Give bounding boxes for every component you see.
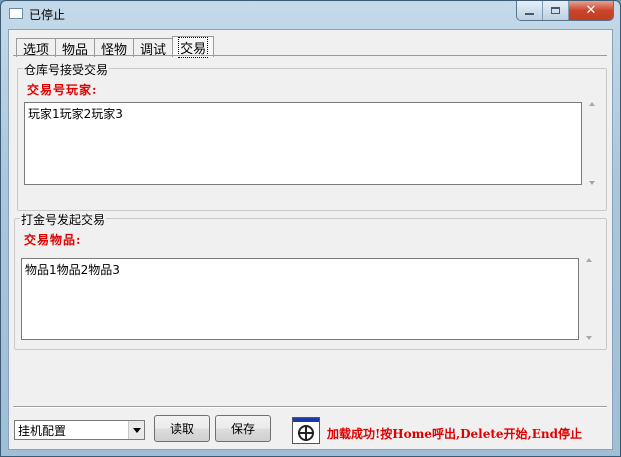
send-trade-group: 打金号发起交易 交易物品: 物品1物品2物品3 <box>14 211 607 350</box>
trade-item-label: 交易物品: <box>24 233 82 247</box>
receive-group-legend: 仓库号接受交易 <box>23 61 110 78</box>
tab-strip: 选项 物品 怪物 调试 交易 <box>16 36 215 58</box>
trade-player-label: 交易号玩家: <box>27 83 98 97</box>
app-window: 已停止 ✕ 选项 物品 怪物 调试 交易 仓库号接受交易 交易号玩家: 玩家1玩… <box>0 0 621 457</box>
trade-player-textarea[interactable]: 玩家1玩家2玩家3 <box>24 102 582 185</box>
tab-panel-border <box>13 55 607 56</box>
maximize-icon <box>551 7 560 14</box>
footer-divider <box>13 406 607 408</box>
status-message: 加载成功!按Home呼出,Delete开始,End停止 <box>327 427 582 441</box>
tab-label: 交易 <box>178 36 209 58</box>
chevron-down-icon <box>132 427 141 433</box>
send-scrollbar[interactable] <box>581 258 598 340</box>
title-bar[interactable]: 已停止 ✕ <box>1 1 620 27</box>
minimize-button[interactable] <box>517 1 543 20</box>
maximize-button[interactable] <box>543 1 569 20</box>
app-icon <box>9 8 23 19</box>
read-button[interactable]: 读取 <box>154 415 210 442</box>
minimize-icon <box>525 12 534 15</box>
client-area: 选项 物品 怪物 调试 交易 仓库号接受交易 交易号玩家: 玩家1玩家2玩家3 … <box>8 29 613 450</box>
config-select-value: 挂机配置 <box>18 423 67 438</box>
caption-buttons: ✕ <box>516 1 614 21</box>
scroll-down-icon[interactable] <box>586 336 592 340</box>
save-button[interactable]: 保存 <box>215 415 271 442</box>
scroll-up-icon[interactable] <box>589 102 595 106</box>
close-icon: ✕ <box>585 3 597 18</box>
icon-titlebar <box>293 418 319 422</box>
tab-trade[interactable]: 交易 <box>172 36 215 58</box>
dropdown-button[interactable] <box>128 421 144 439</box>
receive-scrollbar[interactable] <box>584 102 601 185</box>
scroll-up-icon[interactable] <box>586 258 592 262</box>
window-title: 已停止 <box>29 8 66 22</box>
close-button[interactable]: ✕ <box>569 1 613 20</box>
crosshair-icon[interactable] <box>292 417 320 444</box>
config-select[interactable]: 挂机配置 <box>14 420 145 440</box>
trade-item-textarea[interactable]: 物品1物品2物品3 <box>21 258 579 340</box>
send-group-legend: 打金号发起交易 <box>20 211 107 228</box>
scroll-down-icon[interactable] <box>589 181 595 185</box>
receive-trade-group: 仓库号接受交易 交易号玩家: 玩家1玩家2玩家3 <box>17 61 607 211</box>
crosshair-glyph <box>298 425 314 441</box>
